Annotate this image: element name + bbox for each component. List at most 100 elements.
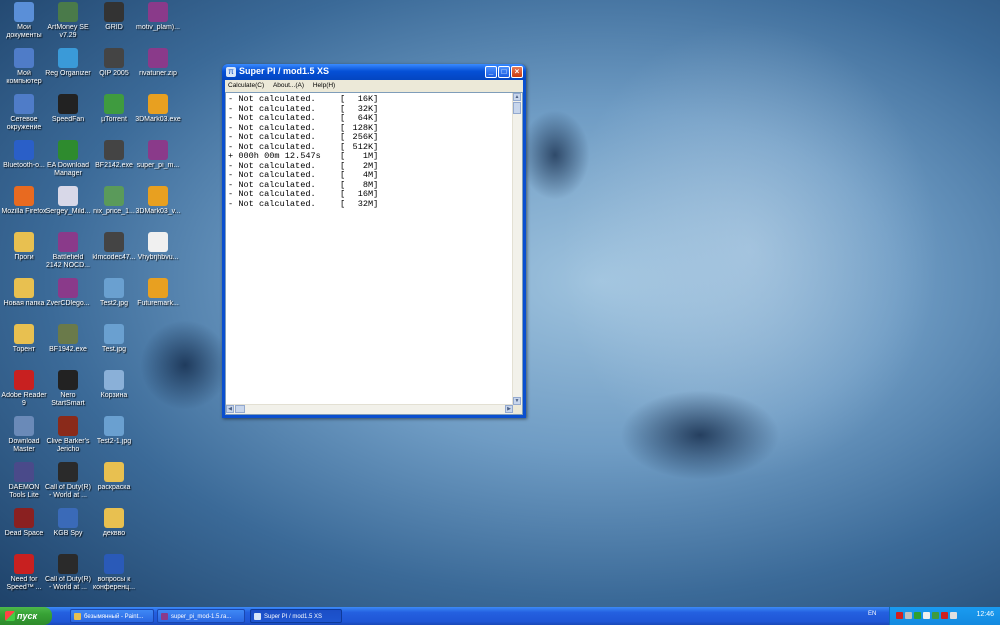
desktop-icon[interactable]: super_pi_m...	[134, 140, 182, 170]
desktop-icon[interactable]: ArtMoney SE v7.29	[44, 2, 92, 40]
desktop-icon-label: µTorrent	[101, 116, 127, 123]
maximize-button[interactable]: □	[498, 66, 510, 78]
shield-tray-icon[interactable]	[914, 612, 921, 619]
winrar-icon	[148, 140, 168, 160]
folder-icon	[104, 508, 124, 528]
desktop-icon[interactable]: BF1942.exe	[44, 324, 92, 354]
desktop-icon[interactable]: QIP 2005	[90, 48, 138, 78]
taskbar-button[interactable]: super_pi_mod-1.5.ra...	[157, 609, 245, 623]
scroll-up-icon[interactable]: ▲	[513, 93, 521, 101]
start-button[interactable]: пуск	[0, 607, 52, 625]
desktop-icon[interactable]: KGB Spy	[44, 508, 92, 538]
desktop-icon[interactable]: Sergey_Mild...	[44, 186, 92, 216]
network-tray-icon[interactable]	[905, 612, 912, 619]
desktop-icon[interactable]: motiv_plam)...	[134, 2, 182, 32]
desktop-icon[interactable]: ZverCDlego...	[44, 278, 92, 308]
scroll-down-icon[interactable]: ▼	[513, 397, 521, 405]
scroll-left-icon[interactable]: ◀	[226, 405, 234, 413]
bracket-close: ]	[373, 141, 379, 152]
desktop-icon[interactable]: BF2142.exe	[90, 140, 138, 170]
taskbar-button[interactable]: Super PI / mod1.5 XS	[250, 609, 342, 623]
desktop-icon[interactable]: Download Master	[0, 416, 48, 454]
scroll-thumb-horizontal[interactable]	[235, 405, 245, 413]
jericho-icon	[58, 416, 78, 436]
horizontal-scrollbar[interactable]: ◀ ▶	[226, 404, 513, 414]
desktop-icon[interactable]: klmcodec47...	[90, 232, 138, 262]
desktop-icon[interactable]: µTorrent	[90, 94, 138, 124]
desktop-icon-label: деквво	[102, 530, 126, 537]
desktop-icon[interactable]: Мои документы	[0, 2, 48, 40]
menu-calculate[interactable]: Calculate(C)	[228, 82, 264, 89]
desktop-icon[interactable]: 3DMark03_v...	[134, 186, 182, 216]
desktop-icon[interactable]: Bluetooth-о...	[0, 140, 48, 170]
desktop-icon[interactable]: Clive Barker's Jericho	[44, 416, 92, 454]
desktop-icon-label: Futuremark...	[137, 300, 179, 307]
vertical-scrollbar[interactable]: ▲ ▼	[512, 93, 522, 405]
taskbar-app-icon	[254, 613, 261, 620]
clock[interactable]: 12:46	[976, 611, 994, 618]
scroll-thumb[interactable]	[513, 102, 521, 114]
window-title: Super PI / mod1.5 XS	[239, 66, 330, 76]
document-icon	[58, 186, 78, 206]
desktop-icon[interactable]: Проги	[0, 232, 48, 262]
desktop-icon[interactable]: Mozilla Firefox	[0, 186, 48, 216]
taskbar-button-label: Super PI / mod1.5 XS	[264, 614, 323, 620]
desktop-icon-label: SpeedFan	[51, 116, 85, 123]
desktop-icon[interactable]: Dead Space	[0, 508, 48, 538]
desktop-icon[interactable]: Корзина	[90, 370, 138, 400]
desktop-icon[interactable]: раскраска	[90, 462, 138, 492]
desktop-icon[interactable]: Сетевое окружение	[0, 94, 48, 132]
menu-help[interactable]: Help(H)	[313, 82, 335, 89]
desktop-icon-label: QIP 2005	[99, 70, 129, 77]
desktop-icon-label: Need for Speed™ ...	[6, 576, 42, 591]
desktop-icon-label: Test.jpg	[101, 346, 127, 353]
window-titlebar[interactable]: π Super PI / mod1.5 XS _ □ ×	[222, 64, 526, 80]
desktop-icon[interactable]: Reg Organizer	[44, 48, 92, 78]
word-doc-icon	[104, 554, 124, 574]
scroll-right-icon[interactable]: ▶	[505, 405, 513, 413]
desktop-icon[interactable]: Nero StartSmart	[44, 370, 92, 408]
desktop-icon[interactable]: Call of Duty(R) - World at ...	[44, 462, 92, 500]
desktop-icon[interactable]: Test2.jpg	[90, 278, 138, 308]
utorrent-tray-icon[interactable]	[932, 612, 939, 619]
desktop-icon-label: KGB Spy	[53, 530, 83, 537]
language-indicator[interactable]: EN	[868, 611, 876, 617]
taskbar-button[interactable]: безымянный - Paint...	[70, 609, 154, 623]
menu-about[interactable]: About...(A)	[273, 82, 304, 89]
desktop-icon[interactable]: Мой компьютер	[0, 48, 48, 86]
bracket-close: ]	[373, 94, 379, 104]
desktop-icon[interactable]: 3DMark03.exe	[134, 94, 182, 124]
en-tray-icon[interactable]	[941, 612, 948, 619]
qip-tray-icon[interactable]	[923, 612, 930, 619]
speaker-icon[interactable]	[950, 612, 957, 619]
desktop-icon-label: Nero StartSmart	[51, 392, 85, 407]
desktop-icon[interactable]: nix_price_1...	[90, 186, 138, 216]
desktop-icon[interactable]: Test.jpg	[90, 324, 138, 354]
desktop-icon[interactable]: вопросы к конференц...	[90, 554, 138, 592]
desktop-icon[interactable]: Futuremark...	[134, 278, 182, 308]
desktop-icon[interactable]: SpeedFan	[44, 94, 92, 124]
desktop-icon[interactable]: Test2-1.jpg	[90, 416, 138, 446]
desktop-icon[interactable]: Call of Duty(R) - World at ...	[44, 554, 92, 592]
desktop-icon[interactable]: DAEMON Tools Lite	[0, 462, 48, 500]
superpi-window[interactable]: π Super PI / mod1.5 XS _ □ × Calculate(C…	[222, 64, 526, 418]
desktop-icon[interactable]: Need for Speed™ ...	[0, 554, 48, 592]
folder-docs-icon	[14, 2, 34, 22]
desktop-icon[interactable]: EA Download Manager	[44, 140, 92, 178]
desktop-icon[interactable]: rivatuner.zip	[134, 48, 182, 78]
desktop-icon[interactable]: деквво	[90, 508, 138, 538]
desktop-icon[interactable]: Vhybrjhbvu...	[134, 232, 182, 262]
desktop-icon-label: BF2142.exe	[95, 162, 133, 169]
desktop-icon-label: motiv_plam)...	[136, 24, 180, 31]
ati-icon[interactable]	[896, 612, 903, 619]
results-area[interactable]: - Not calculated.[16K] - Not calculated.[…	[225, 92, 523, 415]
desktop-icon[interactable]: Новая папка	[0, 278, 48, 308]
desktop-icon[interactable]: GRID	[90, 2, 138, 32]
close-button[interactable]: ×	[511, 66, 523, 78]
minimize-button[interactable]: _	[485, 66, 497, 78]
desktop-icon-label: GRID	[105, 24, 123, 31]
desktop-icon[interactable]: Battlefield 2142 NOCD...	[44, 232, 92, 270]
desktop-icon[interactable]: Adobe Reader 9	[0, 370, 48, 408]
desktop-icon[interactable]: Торент	[0, 324, 48, 354]
taskbar: пуск безымянный - Paint... super_pi_mod-1…	[0, 607, 1000, 625]
